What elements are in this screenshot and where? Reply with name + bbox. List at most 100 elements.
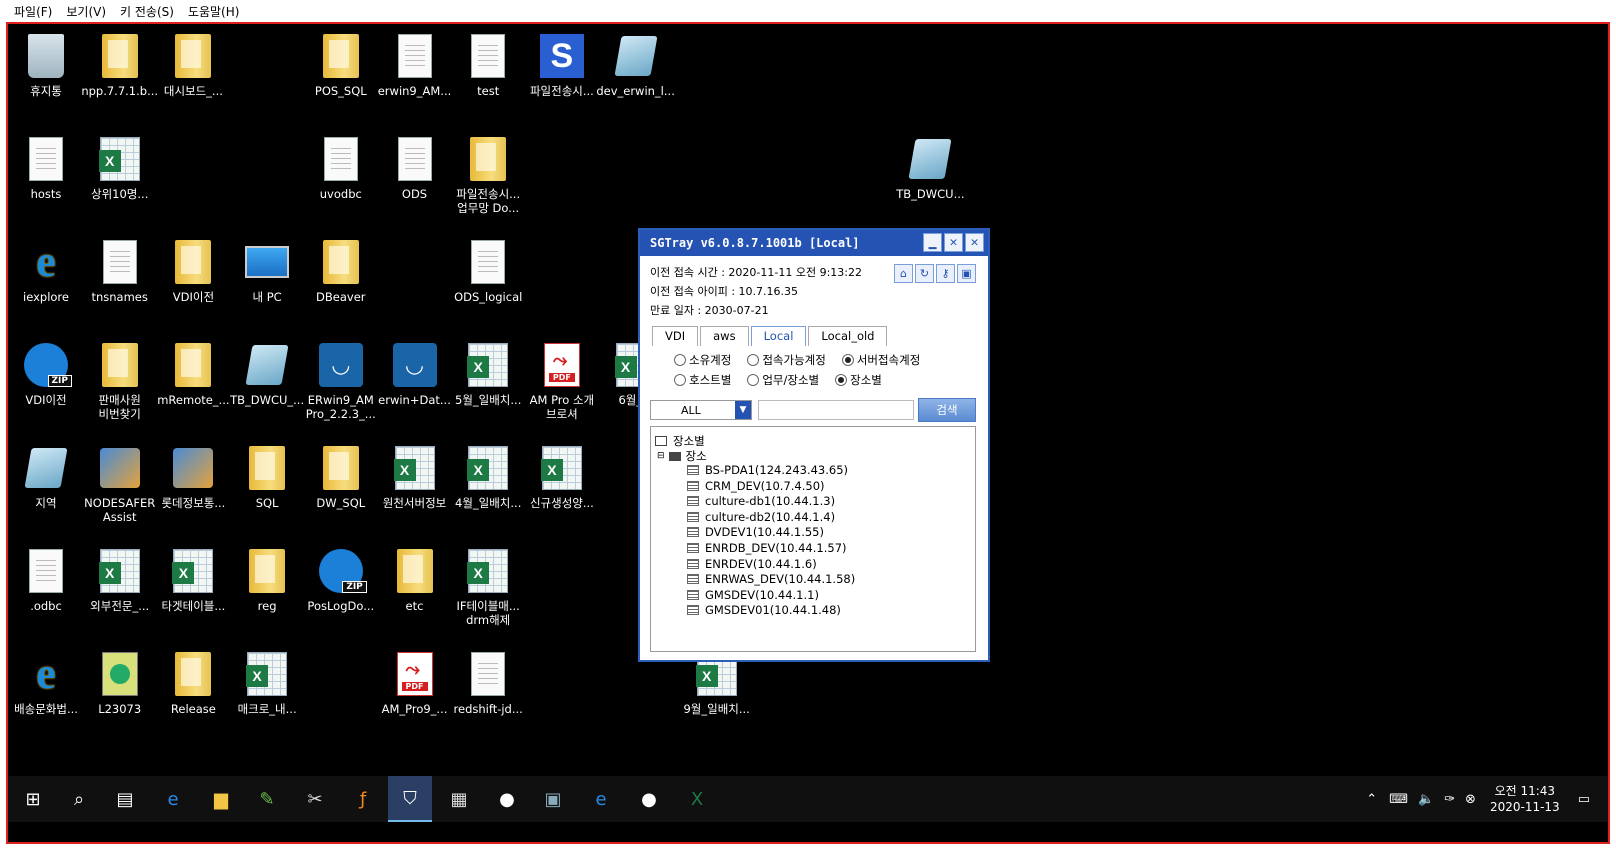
menu-send-key[interactable]: 키 전송(S) bbox=[120, 3, 174, 20]
tab-local-old[interactable]: Local_old bbox=[808, 326, 888, 346]
menu-view[interactable]: 보기(V) bbox=[66, 3, 106, 20]
radio-by-location[interactable]: 장소별 bbox=[835, 372, 882, 388]
menu-file[interactable]: 파일(F) bbox=[14, 3, 52, 20]
desktop-icon[interactable]: reg bbox=[229, 547, 305, 613]
dbeaver-2-icon[interactable]: ● bbox=[634, 784, 664, 814]
tree-server-item[interactable]: culture-db1(10.44.1.3) bbox=[687, 494, 835, 508]
desktop-icon[interactable]: 휴지통 bbox=[8, 32, 84, 98]
desktop-icon[interactable]: TB_DWCU_... bbox=[229, 341, 305, 407]
desktop-icon[interactable]: ◡ ERwin9_AM Pro_2.2.3_... bbox=[303, 341, 379, 421]
search-icon[interactable]: ⌕ bbox=[64, 784, 94, 814]
desktop-icon[interactable]: ODS_logical bbox=[450, 238, 526, 304]
desktop-icon[interactable]: SQL bbox=[229, 444, 305, 510]
key-icon[interactable]: ⚷ bbox=[936, 264, 955, 283]
desktop-icon[interactable]: DBeaver bbox=[303, 238, 379, 304]
settings-button[interactable]: ✕ bbox=[944, 233, 963, 252]
tab-local[interactable]: Local bbox=[750, 326, 807, 346]
radio-by-task-location[interactable]: 업무/장소별 bbox=[747, 372, 819, 388]
desktop-icon[interactable]: ZIP PosLogDo... bbox=[303, 547, 379, 613]
desktop-icon[interactable]: X 원천서버정보 bbox=[377, 444, 453, 510]
desktop-icon[interactable]: 롯데정보통... bbox=[155, 444, 231, 510]
desktop-icon[interactable]: Release bbox=[155, 650, 231, 716]
search-button[interactable]: 검색 bbox=[918, 398, 976, 422]
desktop-icon[interactable]: mRemote_... bbox=[155, 341, 231, 407]
minimize-button[interactable]: ▁ bbox=[923, 233, 942, 252]
tree-server-item[interactable]: culture-db2(10.44.1.4) bbox=[687, 510, 835, 524]
radio-accessible-account[interactable]: 접속가능계정 bbox=[747, 352, 826, 368]
desktop-icon[interactable]: X 외부전문_... bbox=[82, 547, 158, 613]
network-app-icon[interactable]: ▣ bbox=[538, 784, 568, 814]
desktop-icon[interactable]: X IF테이블매... drm해제 bbox=[450, 547, 526, 627]
desktop-icon[interactable]: 대시보드_... bbox=[155, 32, 231, 98]
tree-group[interactable]: ⊟ 장소 bbox=[657, 448, 707, 464]
desktop-icon[interactable]: hosts bbox=[8, 135, 84, 201]
tree-server-item[interactable]: ENRDB_DEV(10.44.1.57) bbox=[687, 541, 847, 555]
desktop-icon[interactable]: ODS bbox=[377, 135, 453, 201]
mremote-icon[interactable]: ▦ bbox=[444, 784, 474, 814]
desktop-icon[interactable]: DW_SQL bbox=[303, 444, 379, 510]
tree-server-item[interactable]: GMSDEV(10.44.1.1) bbox=[687, 588, 819, 602]
search-input[interactable] bbox=[758, 400, 914, 420]
desktop-icon[interactable]: e iexplore bbox=[8, 238, 84, 305]
desktop-icon[interactable]: X 신규생성양... bbox=[524, 444, 600, 510]
desktop-icon[interactable]: redshift-jd... bbox=[450, 650, 526, 716]
desktop-icon[interactable]: X 5월_일배치... bbox=[450, 341, 526, 407]
desktop-icon[interactable]: 파일전송시... 업무망 Do... bbox=[450, 135, 526, 215]
notification-icon[interactable]: ▭ bbox=[1578, 792, 1590, 807]
cancel-icon[interactable]: ⊗ bbox=[1465, 792, 1476, 807]
clock[interactable]: 오전 11:43 2020-11-13 bbox=[1490, 783, 1560, 815]
desktop-icon[interactable]: npp.7.7.1.b... bbox=[81, 32, 158, 98]
task-view-icon[interactable]: ▤ bbox=[110, 784, 140, 814]
desktop-icon[interactable]: X 타겟테이블... bbox=[155, 547, 231, 613]
desktop-icon[interactable]: POS_SQL bbox=[303, 32, 379, 98]
menu-help[interactable]: 도움말(H) bbox=[188, 3, 240, 20]
tree-server-item[interactable]: GMSDEV01(10.44.1.48) bbox=[687, 603, 841, 617]
excel-icon[interactable]: X bbox=[682, 784, 712, 814]
desktop-icon[interactable]: uvodbc bbox=[303, 135, 379, 201]
desktop-icon[interactable]: ZIP VDI이전 bbox=[8, 341, 84, 407]
tree-server-item[interactable]: CRM_DEV(10.7.4.50) bbox=[687, 479, 825, 493]
tools-icon[interactable]: ✂ bbox=[300, 784, 330, 814]
tree-server-item[interactable]: ENRWAS_DEV(10.44.1.58) bbox=[687, 572, 855, 586]
sgtray-titlebar[interactable]: SGTray v6.0.8.7.1001b [Local] ▁ ✕ ✕ bbox=[640, 230, 988, 256]
refresh-icon[interactable]: ↻ bbox=[915, 264, 934, 283]
notepad-icon[interactable]: ✎ bbox=[252, 784, 282, 814]
desktop-icon[interactable]: etc bbox=[377, 547, 453, 613]
desktop-icon[interactable]: S 파일전송시... bbox=[524, 32, 600, 98]
tree-server-item[interactable]: BS-PDA1(124.243.43.65) bbox=[687, 463, 848, 477]
desktop-icon[interactable]: X 4월_일배치... bbox=[450, 444, 526, 510]
desktop-icon[interactable]: X 매크로_내... bbox=[229, 650, 305, 716]
tree-root[interactable]: 장소별 bbox=[655, 433, 705, 449]
radio-server-account[interactable]: 서버접속계정 bbox=[841, 352, 920, 368]
desktop-icon[interactable]: test bbox=[450, 32, 526, 98]
desktop-icon[interactable]: dev_erwin_l... bbox=[596, 32, 675, 98]
close-button[interactable]: ✕ bbox=[965, 233, 984, 252]
desktop-icon[interactable]: VDI이전 bbox=[155, 238, 231, 304]
desktop-icon[interactable]: e 배송문화법... bbox=[8, 650, 84, 717]
tab-vdi[interactable]: VDI bbox=[652, 326, 699, 346]
tree-server-item[interactable]: DVDEV1(10.44.1.55) bbox=[687, 525, 824, 539]
radio-owned-account[interactable]: 소유계정 bbox=[674, 352, 731, 368]
home-icon[interactable]: ⌂ bbox=[894, 264, 913, 283]
desktop-icon[interactable]: ◡ erwin+Dat... bbox=[377, 341, 453, 407]
mute-icon[interactable]: 🔈 bbox=[1418, 792, 1434, 807]
dbeaver-icon[interactable]: ● bbox=[492, 784, 522, 814]
tab-aws[interactable]: aws bbox=[700, 326, 749, 346]
desktop-icon[interactable]: 지역 bbox=[8, 444, 84, 510]
desktop-icon[interactable]: X 상위10명... bbox=[82, 135, 158, 201]
desktop-icon[interactable]: .odbc bbox=[8, 547, 84, 613]
app-orange-icon[interactable]: ƒ bbox=[348, 784, 378, 814]
desktop-icon[interactable]: tnsnames bbox=[82, 238, 158, 304]
chevron-up-icon[interactable]: ⌃ bbox=[1366, 792, 1377, 807]
edge-icon[interactable]: e bbox=[158, 784, 188, 814]
windows-start-icon[interactable]: ⊞ bbox=[18, 784, 48, 814]
desktop-icon[interactable]: erwin9_AM... bbox=[377, 32, 453, 98]
desktop-icon[interactable]: ⤳ PDF AM Pro 소개 브로셔 bbox=[524, 341, 600, 421]
desktop-icon[interactable]: 판매사원 비번찾기 bbox=[82, 341, 158, 421]
network-icon[interactable]: ⌨ bbox=[1389, 792, 1408, 807]
desktop-icon[interactable]: ⤳ PDF AM_Pro9_... bbox=[377, 650, 453, 716]
lock-icon[interactable]: ▣ bbox=[957, 264, 976, 283]
shield-icon[interactable]: ⛉ bbox=[388, 776, 432, 822]
desktop-icon[interactable]: NODESAFER Assist bbox=[82, 444, 158, 524]
desktop-icon[interactable]: 내 PC bbox=[229, 238, 305, 304]
